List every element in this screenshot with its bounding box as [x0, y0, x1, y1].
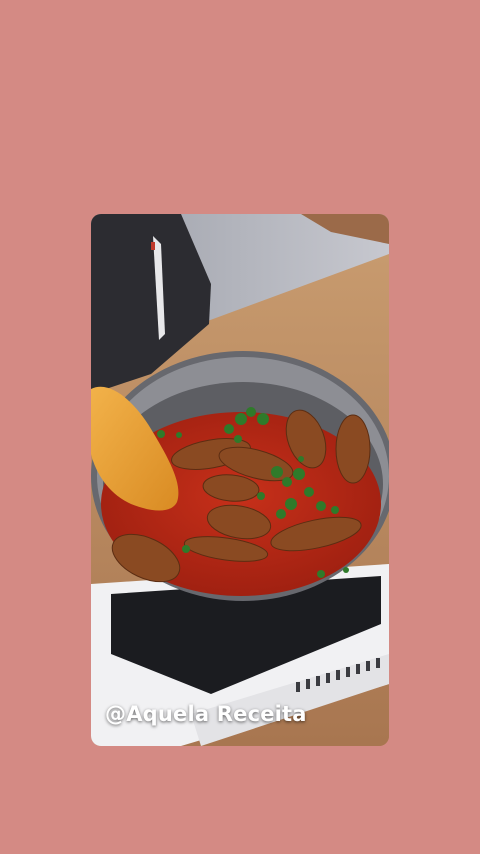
video-frame[interactable]: @Aquela Receita	[91, 214, 389, 746]
story-screen: @Aquela Receita	[0, 0, 480, 854]
cooking-video-scene	[91, 214, 389, 746]
jacket-zip-red	[151, 242, 155, 250]
creator-watermark: @Aquela Receita	[105, 702, 307, 726]
